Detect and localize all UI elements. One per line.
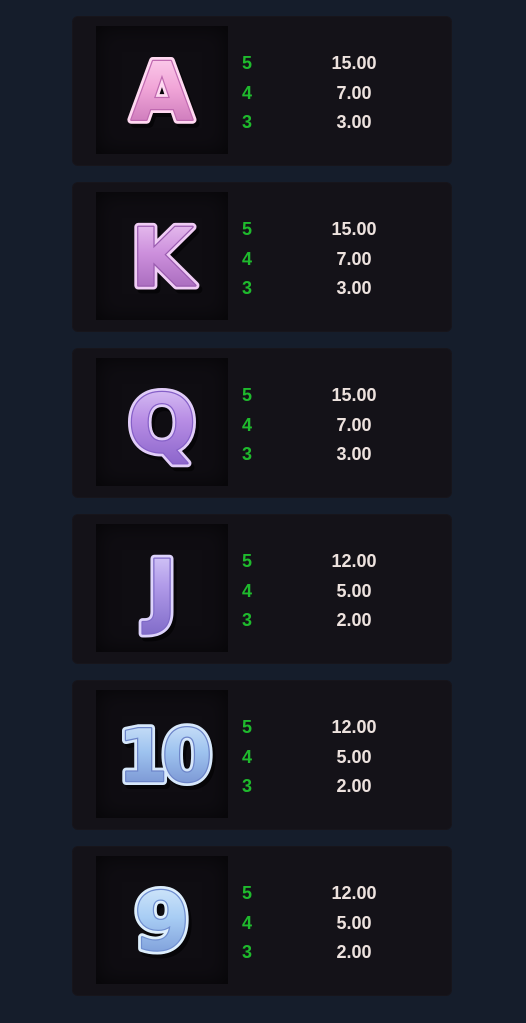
svg-text:J: J [142, 544, 177, 637]
payout-count: 4 [242, 746, 253, 767]
payout-count: 5 [242, 53, 253, 73]
paytable-card-10: 10 10 10 10 5 12.00 4 5.00 3 2.00 [72, 680, 452, 830]
payout-value: 12.00 [331, 717, 377, 737]
payout-count: 3 [242, 610, 253, 630]
payout-row: 3 2.00 [242, 606, 392, 636]
payout-count: 4 [242, 82, 253, 103]
payout-row: 4 5.00 [242, 577, 392, 607]
payout-value: 3.00 [336, 444, 372, 464]
payout-count: 3 [242, 278, 253, 298]
payout-value: 3.00 [336, 112, 372, 132]
payout-value: 12.00 [331, 551, 377, 571]
symbol-q-icon: QQQQ [124, 374, 203, 479]
payout-value: 7.00 [336, 248, 372, 269]
payout-value: 5.00 [336, 580, 372, 601]
payout-count: 5 [242, 219, 253, 239]
payout-count: 5 [242, 883, 253, 903]
symbol-j-icon: JJJJ [138, 540, 184, 645]
symbol-10-icon: 10101010 [114, 710, 222, 806]
payout-value: 15.00 [331, 219, 377, 239]
symbol-j-tile: JJJJ [96, 524, 228, 652]
payout-row: 5 15.00 [242, 49, 392, 79]
svg-text:Q: Q [128, 378, 196, 471]
svg-text:9: 9 [134, 876, 190, 969]
symbol-10-payouts: 5 12.00 4 5.00 3 2.00 [242, 713, 392, 802]
symbol-k-payouts: 5 15.00 4 7.00 3 3.00 [242, 215, 392, 304]
payout-row: 3 3.00 [242, 274, 392, 304]
payout-row: 4 7.00 [242, 79, 392, 109]
payout-row: 5 12.00 [242, 713, 392, 743]
payout-row: 5 15.00 [242, 381, 392, 411]
payout-count: 5 [242, 385, 253, 405]
payout-count: 3 [242, 444, 253, 464]
symbol-q-tile: QQQQ [96, 358, 228, 486]
symbol-10-tile: 10 10 10 10 [96, 690, 228, 818]
payout-row: 5 12.00 [242, 879, 392, 909]
payout-row: 4 5.00 [242, 743, 392, 773]
symbol-9-tile: 9999 [96, 856, 228, 984]
payout-value: 2.00 [336, 610, 372, 630]
svg-text:A: A [131, 46, 193, 139]
symbol-k-tile: KKKK [96, 192, 228, 320]
svg-text:K: K [131, 212, 196, 305]
payout-count: 4 [242, 248, 253, 269]
symbol-a-tile: AAAA [96, 26, 228, 154]
payout-count: 4 [242, 912, 253, 933]
symbol-q-payouts: 5 15.00 4 7.00 3 3.00 [242, 381, 392, 470]
payout-value: 5.00 [336, 746, 372, 767]
paytable-card-a: A A A A 5 15.00 4 7.00 3 3.00 [72, 16, 452, 166]
svg-text:10: 10 [118, 714, 209, 798]
payout-row: 3 2.00 [242, 938, 392, 968]
payout-row: 3 3.00 [242, 108, 392, 138]
payout-value: 15.00 [331, 385, 377, 405]
paytable-list: A A A A 5 15.00 4 7.00 3 3.00 K K K K 5 15.00 4 7.00 3 3.00… [72, 16, 452, 1012]
payout-count: 4 [242, 580, 253, 601]
symbol-9-icon: 9999 [130, 872, 197, 977]
payout-value: 2.00 [336, 942, 372, 962]
symbol-a-icon: AAAA [127, 42, 200, 147]
payout-row: 4 5.00 [242, 909, 392, 939]
payout-row: 3 2.00 [242, 772, 392, 802]
payout-count: 3 [242, 942, 253, 962]
payout-row: 4 7.00 [242, 411, 392, 441]
payout-value: 7.00 [336, 82, 372, 103]
paytable-card-k: K K K K 5 15.00 4 7.00 3 3.00 [72, 182, 452, 332]
payout-row: 3 3.00 [242, 440, 392, 470]
payout-row: 5 15.00 [242, 215, 392, 245]
payout-row: 4 7.00 [242, 245, 392, 275]
payout-value: 7.00 [336, 414, 372, 435]
paytable-card-q: Q Q Q Q 5 15.00 4 7.00 3 3.00 [72, 348, 452, 498]
payout-count: 4 [242, 414, 253, 435]
payout-value: 3.00 [336, 278, 372, 298]
payout-count: 5 [242, 717, 253, 737]
payout-value: 12.00 [331, 883, 377, 903]
symbol-a-payouts: 5 15.00 4 7.00 3 3.00 [242, 49, 392, 138]
symbol-k-icon: KKKK [127, 208, 203, 313]
paytable-card-9: 9 9 9 9 5 12.00 4 5.00 3 2.00 [72, 846, 452, 996]
payout-row: 5 12.00 [242, 547, 392, 577]
payout-count: 5 [242, 551, 253, 571]
payout-value: 15.00 [331, 53, 377, 73]
payout-count: 3 [242, 112, 253, 132]
payout-value: 2.00 [336, 776, 372, 796]
symbol-9-payouts: 5 12.00 4 5.00 3 2.00 [242, 879, 392, 968]
payout-value: 5.00 [336, 912, 372, 933]
symbol-j-payouts: 5 12.00 4 5.00 3 2.00 [242, 547, 392, 636]
payout-count: 3 [242, 776, 253, 796]
paytable-card-j: J J J J 5 12.00 4 5.00 3 2.00 [72, 514, 452, 664]
